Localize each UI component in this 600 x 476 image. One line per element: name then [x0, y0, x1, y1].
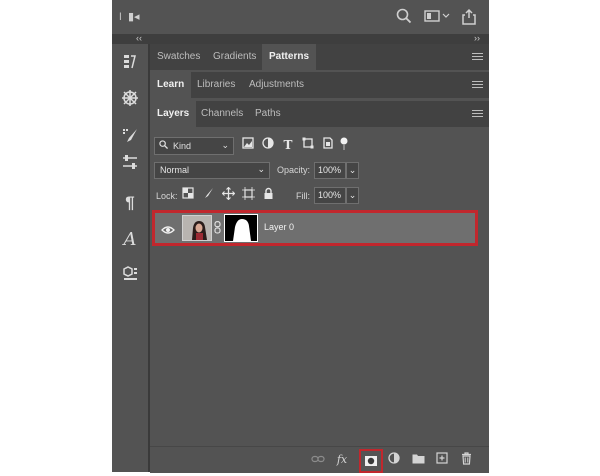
lock-transparent-pixels-icon[interactable]	[180, 187, 196, 203]
navigator-icon[interactable]	[116, 88, 144, 114]
opacity-field[interactable]: 100%	[314, 162, 346, 179]
search-icon[interactable]	[396, 8, 412, 26]
tabrow-layers: Layers Channels Paths	[150, 101, 489, 127]
panel-tool-strip: ¶ A	[112, 44, 148, 472]
tab-patterns[interactable]: Patterns	[262, 44, 317, 70]
brush-icon[interactable]	[116, 126, 144, 152]
tab-gradients[interactable]: Gradients	[206, 44, 263, 70]
chain-link-icon[interactable]	[214, 221, 221, 239]
share-icon[interactable]	[460, 8, 478, 26]
filter-pixel-icon[interactable]	[240, 137, 256, 153]
paragraph-icon[interactable]: ¶	[116, 190, 144, 216]
layers-bottom-bar: fx	[150, 446, 489, 473]
panel-menu-icon[interactable]	[472, 81, 483, 90]
layer-name: Layer 0	[264, 222, 295, 232]
filter-smart-object-icon[interactable]	[320, 137, 336, 153]
tab-paths[interactable]: Paths	[248, 101, 288, 127]
chevron-down-icon: ⌄	[348, 165, 357, 175]
blend-mode-value: Normal	[160, 165, 190, 175]
lock-position-icon[interactable]	[220, 186, 236, 203]
tab-learn[interactable]: Learn	[150, 72, 192, 98]
tab-layers[interactable]: Layers	[150, 101, 197, 127]
lock-artboard-icon[interactable]	[240, 187, 256, 203]
add-layer-mask-button[interactable]	[359, 449, 383, 473]
filter-toggle-icon[interactable]	[336, 137, 352, 153]
opacity-dropdown-button[interactable]: ⌄	[346, 162, 359, 179]
tab-channels[interactable]: Channels	[194, 101, 250, 127]
layer-style-fx-icon[interactable]: fx	[334, 452, 350, 468]
filter-type-icon[interactable]: T	[280, 137, 296, 153]
fill-label: Fill:	[296, 191, 310, 201]
panel-dock: Swatches Gradients Patterns Learn Librar…	[150, 44, 489, 473]
glyphs-icon[interactable]: A	[116, 227, 144, 253]
chevron-down-icon: ⌄	[221, 140, 229, 150]
blend-mode-select[interactable]: Normal ⌄	[154, 162, 270, 179]
collapse-row: ‹‹ ››	[112, 33, 489, 44]
lock-all-icon[interactable]	[260, 187, 276, 203]
fill-value: 100%	[318, 190, 342, 200]
new-group-folder-icon[interactable]	[410, 452, 426, 468]
window-icon[interactable]	[424, 8, 450, 26]
fill-field[interactable]: 100%	[314, 187, 346, 204]
adjust-sliders-icon[interactable]	[116, 152, 144, 178]
tab-swatches[interactable]: Swatches	[150, 44, 207, 70]
history-icon[interactable]	[116, 52, 144, 78]
eye-icon[interactable]	[161, 222, 175, 240]
link-layers-icon[interactable]	[310, 452, 326, 468]
opacity-value: 100%	[318, 165, 342, 175]
tab-adjustments[interactable]: Adjustments	[242, 72, 311, 98]
layer-mask-thumbnail[interactable]	[224, 214, 258, 242]
opacity-label: Opacity:	[277, 165, 311, 175]
chevron-down-icon: ⌄	[257, 164, 265, 174]
new-layer-icon[interactable]	[434, 452, 450, 468]
adjustment-layer-icon[interactable]	[386, 452, 402, 468]
fill-dropdown-button[interactable]: ⌄	[346, 187, 359, 204]
panel-menu-icon[interactable]	[472, 53, 483, 62]
collapse-left-button[interactable]: ‹‹	[136, 33, 142, 43]
tabrow-swatches: Swatches Gradients Patterns	[150, 44, 489, 70]
layer-row-layer-0[interactable]: Layer 0	[152, 210, 478, 246]
trash-icon[interactable]	[458, 452, 474, 468]
filter-shape-icon[interactable]	[300, 137, 316, 153]
film-icon[interactable]: ▮◂	[128, 8, 140, 26]
collapse-right-button[interactable]: ››	[474, 33, 480, 43]
chevron-down-icon: ⌄	[348, 190, 357, 200]
3d-properties-icon[interactable]	[116, 264, 144, 290]
photoshop-panel-window: ⏽ ▮◂ ‹‹ ›› ¶ A Swatches Gradients Patter…	[112, 0, 489, 473]
layer-filter-select[interactable]: Kind ⌄	[154, 137, 234, 155]
search-icon	[159, 138, 169, 154]
layer-thumbnail[interactable]	[182, 215, 212, 241]
panel-menu-icon[interactable]	[472, 110, 483, 119]
filter-adjustment-icon[interactable]	[260, 137, 276, 153]
lock-label: Lock:	[156, 191, 178, 201]
top-bar: ⏽ ▮◂	[112, 0, 489, 34]
toggle-icon[interactable]: ⏽	[116, 8, 125, 26]
tab-libraries[interactable]: Libraries	[190, 72, 242, 98]
tabrow-learn: Learn Libraries Adjustments	[150, 72, 489, 98]
lock-image-pixels-icon[interactable]	[200, 187, 216, 203]
filter-kind-label: Kind	[173, 141, 192, 151]
